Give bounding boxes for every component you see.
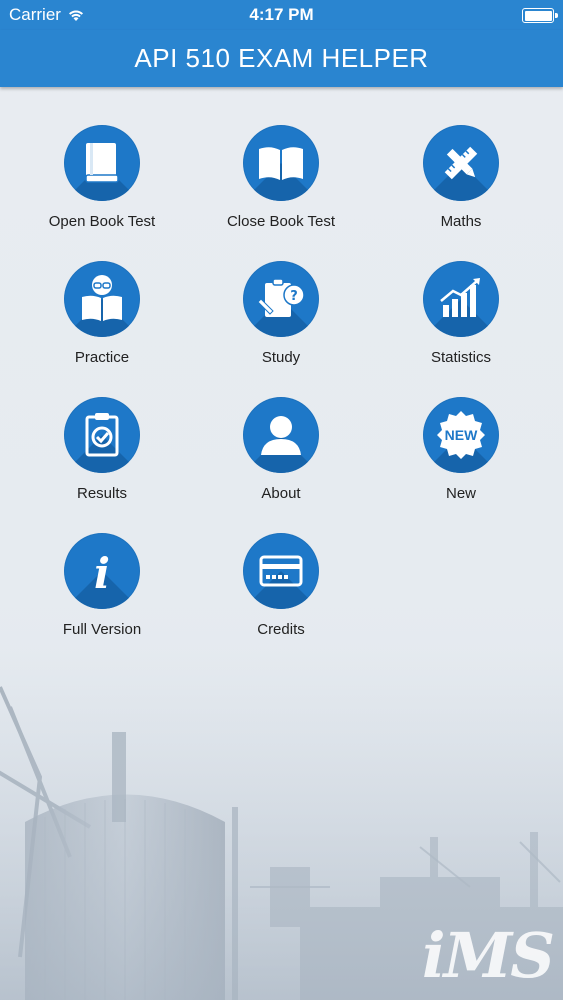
tile-label: Maths	[440, 213, 482, 230]
closed-book-icon	[64, 125, 140, 201]
new-badge-text: NEW	[445, 427, 478, 443]
person-icon	[243, 397, 319, 473]
new-tile[interactable]: NEW New	[371, 397, 551, 517]
tile-label: New	[445, 485, 476, 502]
about-tile[interactable]: About	[191, 397, 371, 517]
checklist-icon	[64, 397, 140, 473]
pencil-ruler-icon	[423, 125, 499, 201]
reader-icon	[64, 261, 140, 337]
clipboard-question-icon: ?	[243, 261, 319, 337]
tile-label: Open Book Test	[48, 213, 156, 230]
nav-bar: API 510 EXAM HELPER	[0, 30, 563, 87]
tile-label: Full Version	[62, 621, 142, 638]
chart-icon	[423, 261, 499, 337]
info-glyph: i	[94, 549, 110, 598]
new-badge-icon: NEW	[423, 397, 499, 473]
credit-card-icon	[243, 533, 319, 609]
results-tile[interactable]: Results	[12, 397, 192, 517]
svg-text:?: ?	[290, 289, 298, 304]
full-version-tile[interactable]: i Full Version	[12, 533, 192, 653]
credits-tile[interactable]: Credits	[191, 533, 371, 653]
tile-label: About	[261, 485, 301, 502]
tile-label: Practice	[74, 349, 130, 366]
study-tile[interactable]: ? Study	[191, 261, 371, 381]
open-book-icon	[243, 125, 319, 201]
tile-label: Close Book Test	[226, 213, 336, 230]
statistics-tile[interactable]: Statistics	[371, 261, 551, 381]
close-book-test-tile[interactable]: Close Book Test	[191, 125, 371, 245]
page-title: API 510 EXAM HELPER	[134, 43, 429, 73]
tile-label: Statistics	[430, 349, 491, 366]
ims-logo-watermark: iMS	[422, 919, 555, 992]
tile-label: Study	[261, 349, 301, 366]
status-bar: Carrier 4:17 PM	[0, 0, 563, 30]
status-time: 4:17 PM	[249, 5, 314, 24]
tile-label: Credits	[257, 621, 305, 638]
tile-label: Results	[76, 485, 128, 502]
info-icon: i	[64, 533, 140, 609]
practice-tile[interactable]: Practice	[12, 261, 192, 381]
open-book-test-tile[interactable]: Open Book Test	[12, 125, 192, 245]
battery-icon	[522, 8, 558, 23]
maths-tile[interactable]: Maths	[371, 125, 551, 245]
